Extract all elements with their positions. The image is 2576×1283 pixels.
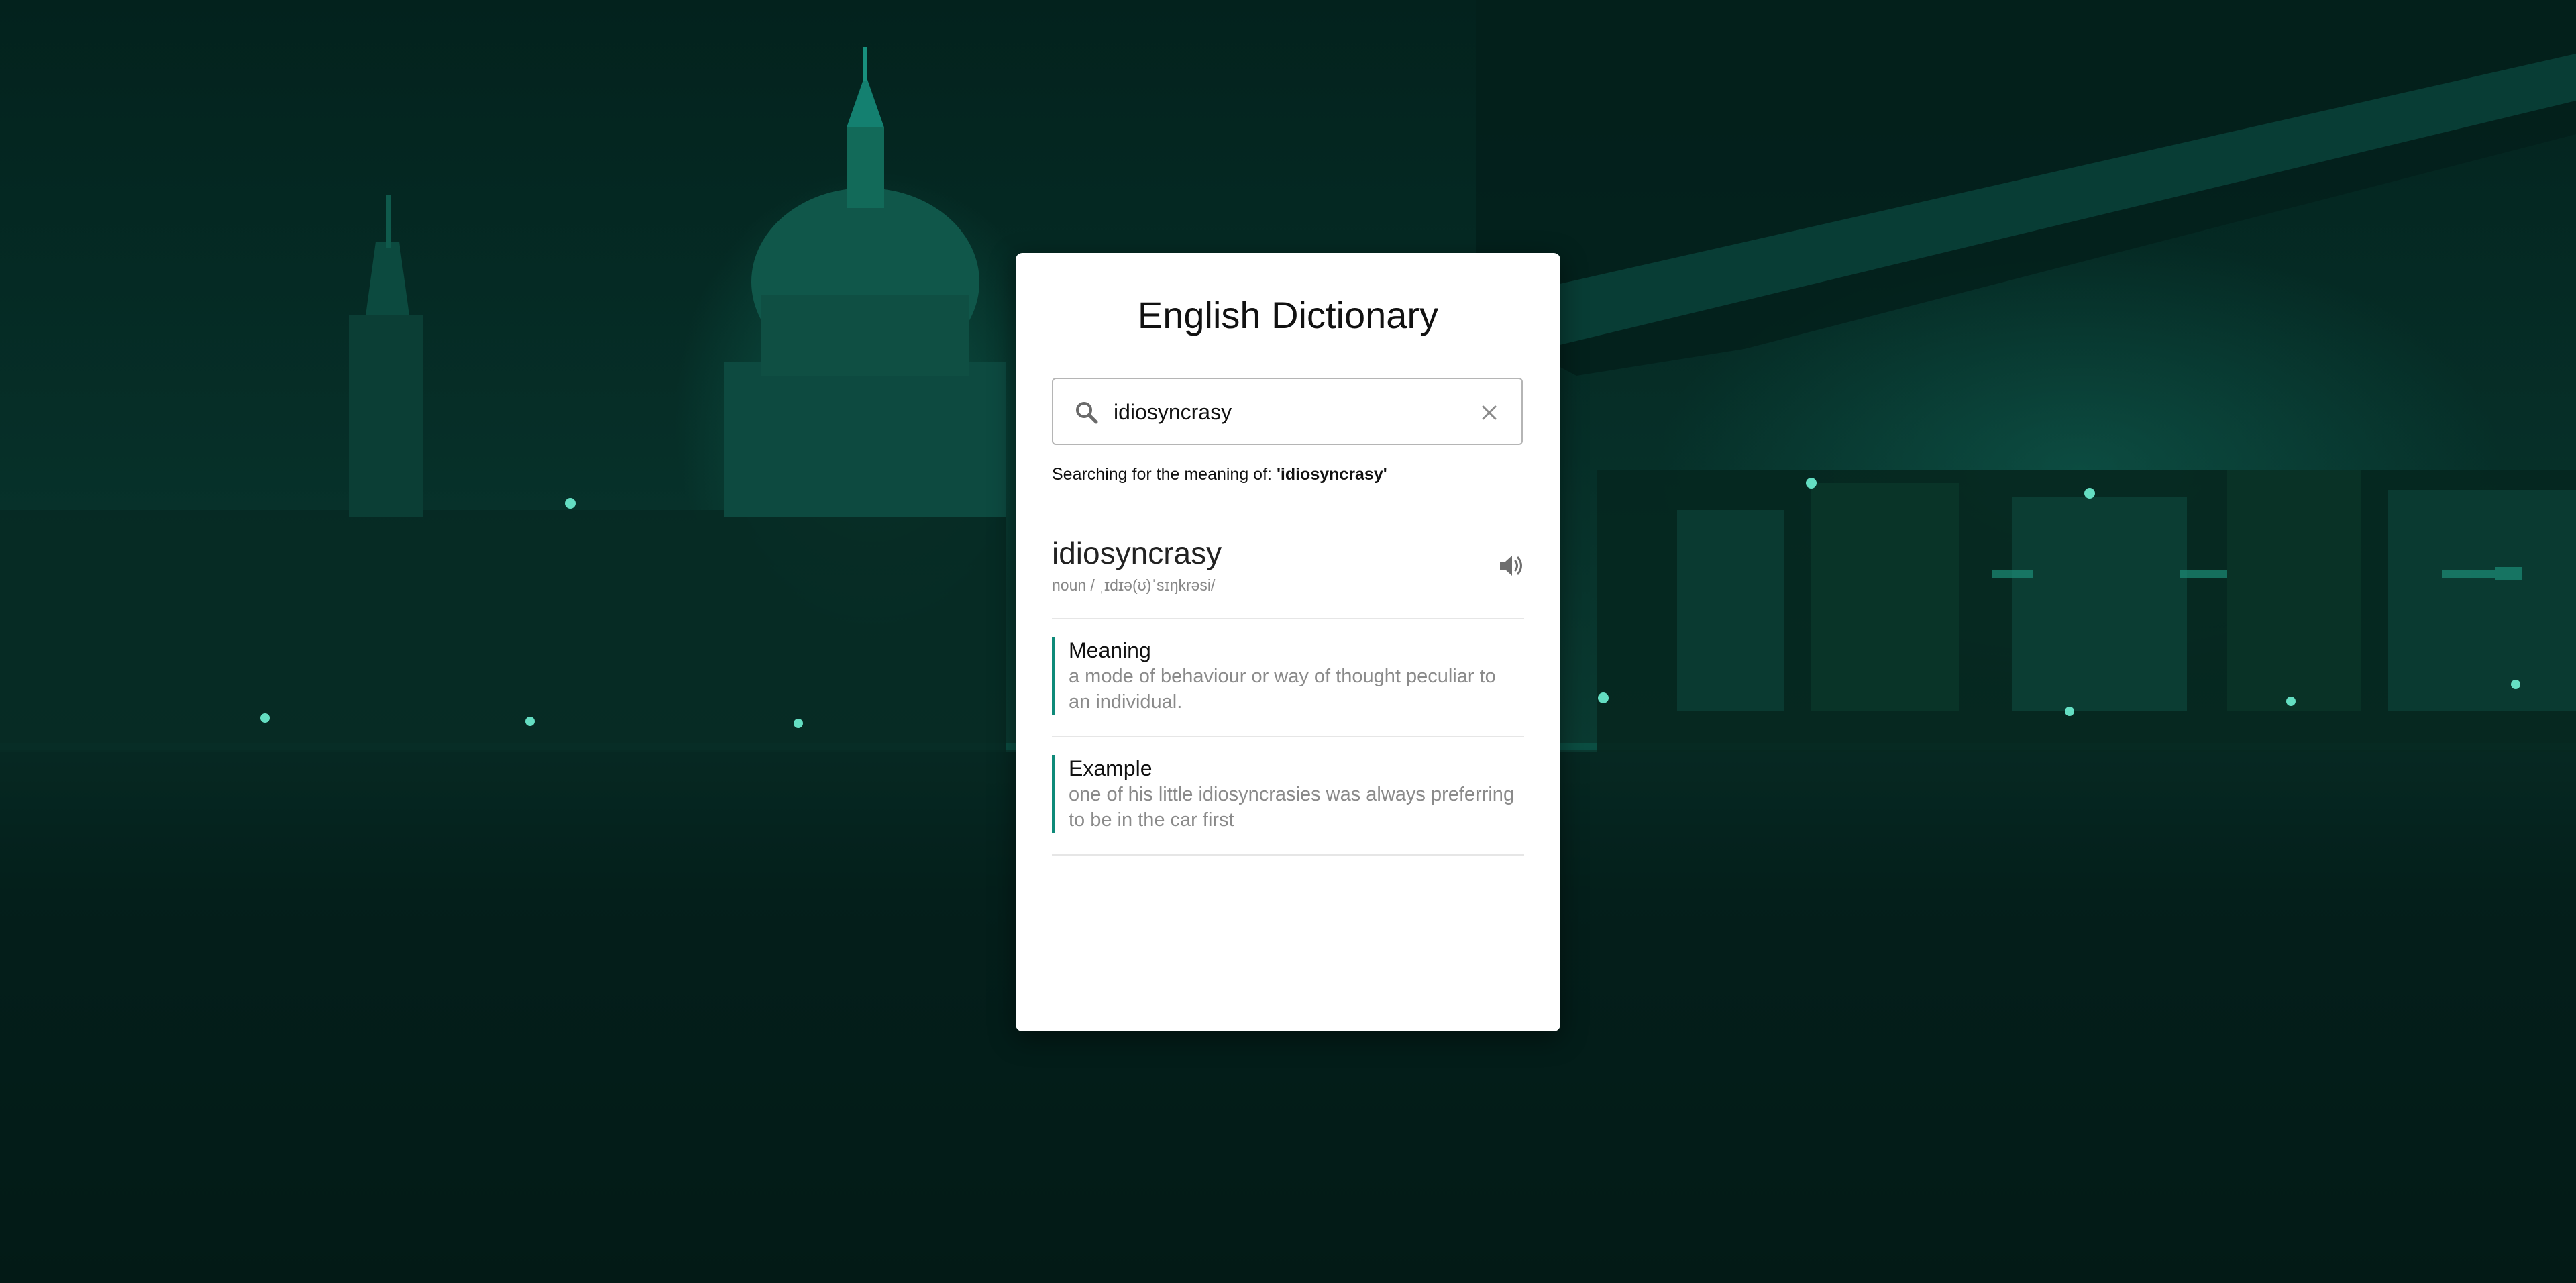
search-box[interactable] bbox=[1052, 378, 1523, 445]
meaning-label: Meaning bbox=[1069, 638, 1151, 662]
divider bbox=[1052, 736, 1524, 737]
search-status-prefix: Searching for the meaning of: bbox=[1052, 465, 1277, 484]
example-block: Example one of his little idiosyncrasies… bbox=[1052, 755, 1524, 833]
search-status-term: 'idiosyncrasy' bbox=[1276, 465, 1387, 484]
page-title: English Dictionary bbox=[1137, 294, 1439, 336]
divider bbox=[1052, 854, 1524, 856]
close-icon[interactable] bbox=[1476, 399, 1503, 426]
meaning-block: Meaning a mode of behaviour or way of th… bbox=[1052, 637, 1524, 715]
meaning-text: a mode of behaviour or way of thought pe… bbox=[1069, 666, 1496, 713]
search-icon bbox=[1076, 402, 1098, 424]
result-word: idiosyncrasy bbox=[1052, 535, 1222, 570]
search-status: Searching for the meaning of: 'idiosyncr… bbox=[1052, 465, 1387, 484]
example-text: one of his little idiosyncrasies was alw… bbox=[1069, 784, 1515, 831]
divider bbox=[1052, 618, 1524, 619]
example-label: Example bbox=[1069, 756, 1152, 780]
dictionary-card: English Dictionary Searching for the mea… bbox=[1016, 253, 1560, 1031]
search-input[interactable] bbox=[1114, 394, 1462, 430]
result-phonetic: noun / ˌɪdɪə(ʊ)ˈsɪŋkrəsi/ bbox=[1052, 576, 1216, 594]
speaker-icon[interactable] bbox=[1496, 551, 1525, 580]
